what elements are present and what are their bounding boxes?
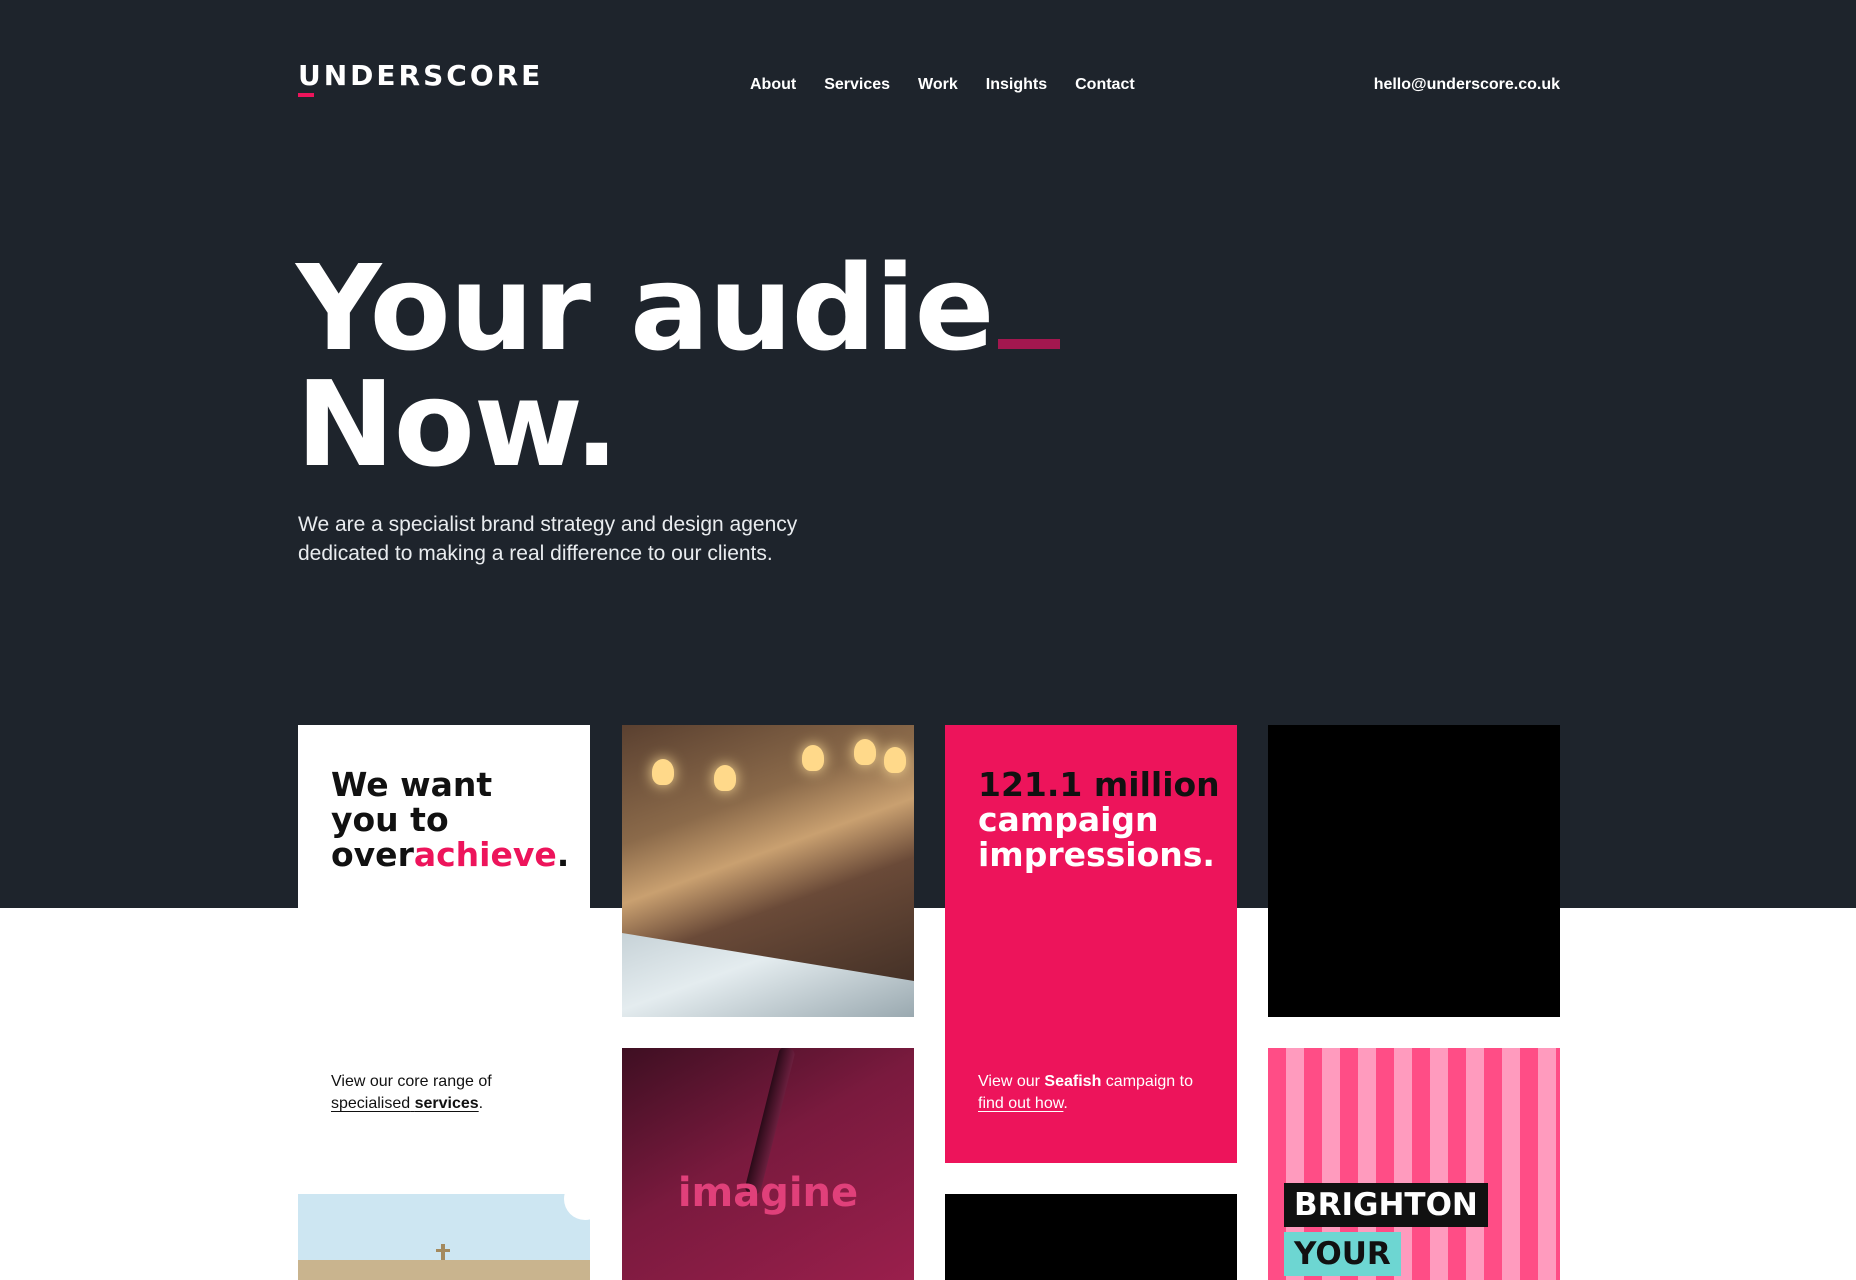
seafish-text-bold: Seafish (1044, 1073, 1102, 1090)
seafish-text-mid: campaign to (1105, 1073, 1193, 1090)
services-card-text: View our core range of specialised servi… (331, 1071, 492, 1115)
services-link-bold: services (414, 1095, 479, 1112)
corner-cutout (564, 1194, 590, 1220)
building-illustration-tile[interactable] (298, 1194, 590, 1280)
logo-underscore-mark (298, 93, 314, 97)
your-tag: YOUR (1284, 1232, 1401, 1276)
seafish-stat: 121.1 million (978, 765, 1220, 804)
seafish-heading-line3: impressions. (978, 835, 1215, 874)
seafish-text-prefix: View our (978, 1073, 1040, 1090)
services-link-plain: specialised (331, 1095, 411, 1112)
building-roofline (298, 1260, 590, 1280)
seafish-card-heading: 121.1 million campaign impressions. (978, 767, 1223, 872)
seafish-card-text: View our Seafish campaign to find out ho… (978, 1071, 1218, 1115)
hero-intro: We are a specialist brand strategy and d… (298, 513, 798, 565)
bench-seating (622, 933, 914, 1017)
nav-item-about[interactable]: About (750, 75, 796, 95)
services-heading-period: . (556, 835, 570, 874)
imagine-tile[interactable]: imagine (622, 1048, 914, 1280)
nav-item-services[interactable]: Services (824, 75, 890, 95)
hero-headline: Your audie Now. (296, 249, 1060, 493)
nav-item-work[interactable]: Work (918, 75, 958, 95)
headline-line-1: Your audie (296, 249, 1060, 367)
nav-item-contact[interactable]: Contact (1075, 75, 1135, 95)
services-heading-line2: you to (331, 800, 449, 839)
brighton-tile[interactable]: BRIGHTON YOUR (1268, 1048, 1560, 1280)
seafish-card[interactable]: 121.1 million campaign impressions. View… (945, 725, 1237, 1163)
services-link[interactable]: specialised services (331, 1095, 479, 1112)
nav-item-insights[interactable]: Insights (986, 75, 1047, 95)
services-card-heading: We want you to overachieve. (331, 767, 571, 872)
typing-cursor (997, 339, 1060, 349)
find-out-how-link[interactable]: find out how (978, 1095, 1063, 1112)
email-link[interactable]: hello@underscore.co.uk (1374, 75, 1560, 95)
dark-tile[interactable] (945, 1194, 1237, 1280)
imagine-word: imagine (677, 1170, 859, 1216)
chandelier-lights (622, 735, 914, 795)
main-nav: About Services Work Insights Contact (750, 75, 1135, 95)
services-text-end: . (478, 1095, 484, 1112)
restaurant-photo[interactable] (622, 725, 914, 1017)
services-heading-over: over (331, 835, 414, 874)
seafish-text-end: . (1063, 1095, 1068, 1112)
headline-line-2: Now. (296, 355, 619, 493)
services-card[interactable]: We want you to overachieve. View our cor… (298, 725, 590, 1174)
services-text-prefix: View our core range of (331, 1073, 492, 1090)
logo[interactable]: UNDERSCORE (298, 60, 543, 92)
services-heading-line1: We want (331, 765, 493, 804)
services-heading-achieve: achieve (413, 835, 557, 874)
brighton-tag: BRIGHTON (1284, 1183, 1488, 1227)
seafish-heading-line2: campaign (978, 800, 1159, 839)
video-tile[interactable] (1268, 725, 1560, 1017)
